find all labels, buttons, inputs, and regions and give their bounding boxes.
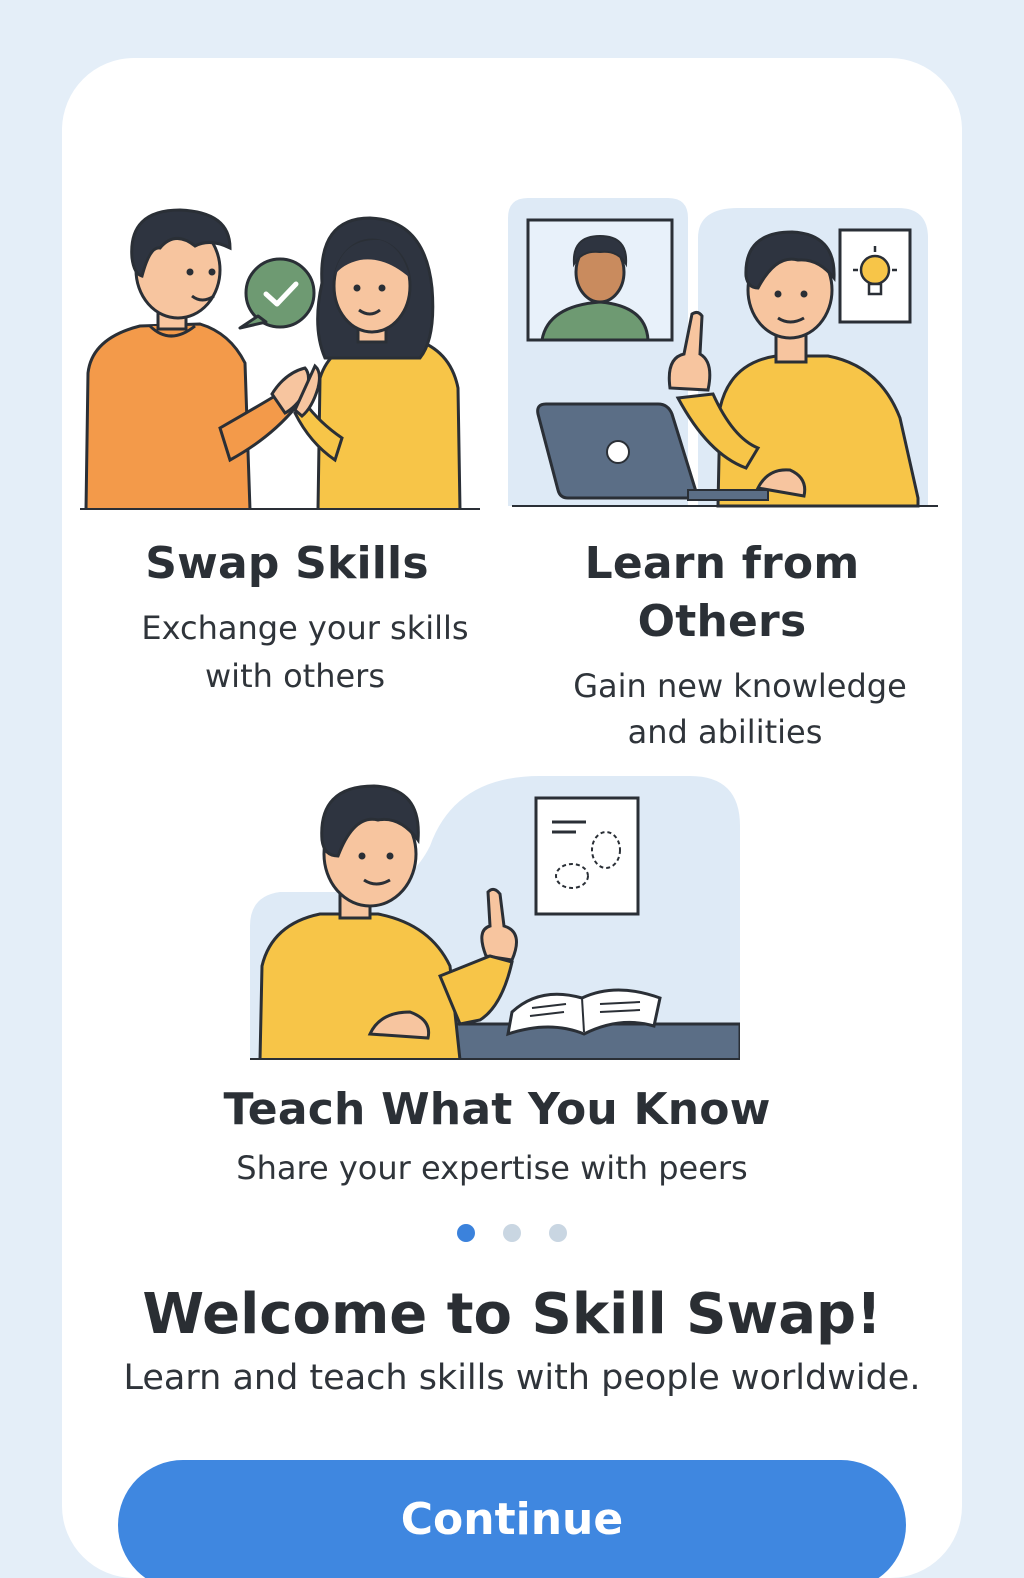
feature-title-swap-skills: Swap Skills xyxy=(145,538,429,589)
welcome-heading: Welcome to Skill Swap! xyxy=(142,1282,882,1347)
feature-desc-learn-line-1: Gain new knowledge xyxy=(573,667,907,705)
welcome-subtitle: Learn and teach skills with people world… xyxy=(123,1358,921,1398)
pagination-dot-3[interactable] xyxy=(549,1224,567,1242)
feature-title-learn-from-others-line-2: Others xyxy=(637,596,807,647)
pagination-dot-1[interactable] xyxy=(457,1224,475,1242)
feature-desc-swap-skills-line-1: Exchange your skills xyxy=(141,609,469,647)
feature-desc-learn-line-2: and abilities xyxy=(627,713,823,751)
feature-title-learn-from-others-line-1: Learn from xyxy=(584,538,860,589)
onboarding-card: Swap Skills Exchange your skills with ot… xyxy=(62,58,962,1578)
feature-title-teach: Teach What You Know xyxy=(223,1084,771,1135)
checkmark-bubble-icon xyxy=(238,257,316,330)
continue-button[interactable]: Continue xyxy=(118,1460,906,1578)
teach-illustration xyxy=(250,776,740,1060)
feature-desc-swap-skills-line-2: with others xyxy=(205,657,385,695)
pagination-dot-2[interactable] xyxy=(503,1224,521,1242)
swap-skills-illustration xyxy=(80,198,480,510)
feature-desc-teach: Share your expertise with peers xyxy=(236,1149,748,1187)
pagination-dots xyxy=(62,1224,962,1242)
learn-from-others-illustration xyxy=(508,198,938,510)
